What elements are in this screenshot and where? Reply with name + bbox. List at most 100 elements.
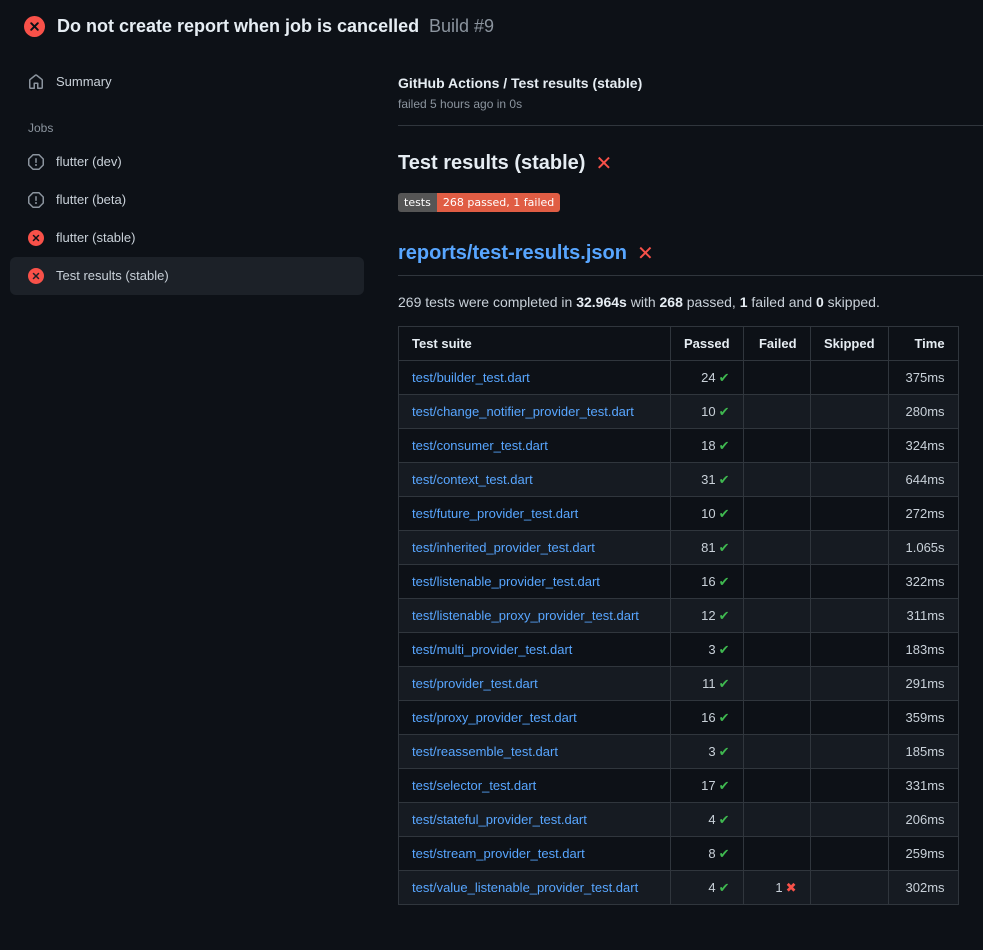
- job-label: flutter (stable): [56, 230, 135, 246]
- summary-text: passed,: [683, 294, 740, 310]
- table-row: test/future_provider_test.dart10✔272ms: [399, 497, 959, 531]
- skipped-cell: [810, 633, 888, 667]
- test-suite-link[interactable]: test/proxy_provider_test.dart: [412, 710, 577, 725]
- sidebar-item-summary[interactable]: Summary: [10, 63, 364, 101]
- failed-cell: [743, 361, 810, 395]
- job-label: flutter (dev): [56, 154, 122, 170]
- failed-cell: [743, 735, 810, 769]
- test-suite-cell: test/builder_test.dart: [399, 361, 671, 395]
- test-suite-link[interactable]: test/listenable_proxy_provider_test.dart: [412, 608, 639, 623]
- test-suite-link[interactable]: test/consumer_test.dart: [412, 438, 548, 453]
- failed-cell: [743, 701, 810, 735]
- time-cell: 302ms: [888, 871, 958, 905]
- failed-cell: [743, 395, 810, 429]
- failed-cell: [743, 531, 810, 565]
- test-suite-link[interactable]: test/value_listenable_provider_test.dart: [412, 880, 638, 895]
- table-row: test/change_notifier_provider_test.dart 1…: [399, 395, 959, 429]
- time-cell: 375ms: [888, 361, 958, 395]
- skipped-cell: [810, 701, 888, 735]
- check-icon: ✔: [719, 744, 730, 759]
- cancelled-status-icon: [28, 154, 44, 170]
- table-row: test/proxy_provider_test.dart16✔359ms: [399, 701, 959, 735]
- check-icon: ✔: [719, 472, 730, 487]
- passed-cell: 4✔: [671, 803, 744, 837]
- jobs-list: flutter (dev) flutter (beta) flutter (st…: [10, 143, 364, 295]
- skipped-cell: [810, 735, 888, 769]
- summary-text: skipped.: [824, 294, 880, 310]
- check-icon: ✔: [719, 608, 730, 623]
- skipped-cell: [810, 837, 888, 871]
- section-title-text: Test results (stable): [398, 152, 585, 175]
- check-icon: ✔: [719, 846, 730, 861]
- skipped-cell: [810, 531, 888, 565]
- skipped-cell: [810, 599, 888, 633]
- breadcrumb: GitHub Actions / Test results (stable): [398, 75, 983, 91]
- failed-cell: [743, 633, 810, 667]
- test-suite-cell: test/future_provider_test.dart: [399, 497, 671, 531]
- time-cell: 280ms: [888, 395, 958, 429]
- report-file-link[interactable]: reports/test-results.json: [398, 242, 627, 265]
- failed-cell: [743, 769, 810, 803]
- passed-cell: 10✔: [671, 497, 744, 531]
- test-suite-link[interactable]: test/stream_provider_test.dart: [412, 846, 585, 861]
- check-icon: ✔: [719, 880, 730, 895]
- failed-cell: [743, 667, 810, 701]
- table-row: test/listenable_provider_test.dart16✔322…: [399, 565, 959, 599]
- check-icon: ✔: [719, 506, 730, 521]
- time-cell: 331ms: [888, 769, 958, 803]
- test-suite-cell: test/reassemble_test.dart: [399, 735, 671, 769]
- test-suite-cell: test/proxy_provider_test.dart: [399, 701, 671, 735]
- passed-cell: 4✔: [671, 871, 744, 905]
- check-icon: ✔: [719, 438, 730, 453]
- skipped-cell: [810, 463, 888, 497]
- skipped-cell: [810, 429, 888, 463]
- test-results-table: Test suite Passed Failed Skipped Time te…: [398, 326, 959, 905]
- failed-cell: [743, 837, 810, 871]
- summary-text: 269 tests were completed in: [398, 294, 576, 310]
- test-suite-link[interactable]: test/inherited_provider_test.dart: [412, 540, 595, 555]
- passed-cell: 3✔: [671, 735, 744, 769]
- passed-cell: 12✔: [671, 599, 744, 633]
- table-row: test/stream_provider_test.dart8✔259ms: [399, 837, 959, 871]
- job-label: flutter (beta): [56, 192, 126, 208]
- test-suite-link[interactable]: test/provider_test.dart: [412, 676, 538, 691]
- table-row: test/selector_test.dart17✔331ms: [399, 769, 959, 803]
- test-suite-cell: test/consumer_test.dart: [399, 429, 671, 463]
- sidebar-item-flutter-dev[interactable]: flutter (dev): [10, 143, 364, 181]
- failed-x-icon: ✕: [595, 154, 612, 174]
- check-icon: ✔: [719, 404, 730, 419]
- test-suite-link[interactable]: test/reassemble_test.dart: [412, 744, 558, 759]
- check-icon: ✔: [719, 540, 730, 555]
- divider: [398, 125, 983, 126]
- test-suite-link[interactable]: test/future_provider_test.dart: [412, 506, 578, 521]
- table-row: test/multi_provider_test.dart3✔183ms: [399, 633, 959, 667]
- passed-cell: 81✔: [671, 531, 744, 565]
- header-passed: Passed: [671, 327, 744, 361]
- test-suite-link[interactable]: test/listenable_provider_test.dart: [412, 574, 600, 589]
- test-suite-link[interactable]: test/context_test.dart: [412, 472, 533, 487]
- passed-cell: 8✔: [671, 837, 744, 871]
- time-cell: 644ms: [888, 463, 958, 497]
- sidebar-item-flutter-beta[interactable]: flutter (beta): [10, 181, 364, 219]
- test-suite-link[interactable]: test/selector_test.dart: [412, 778, 536, 793]
- x-icon: ✖: [786, 880, 797, 895]
- failed-status-icon: [28, 230, 44, 246]
- passed-cell: 3✔: [671, 633, 744, 667]
- failed-x-icon: ✕: [637, 244, 654, 264]
- test-suite-cell: test/provider_test.dart: [399, 667, 671, 701]
- test-suite-link[interactable]: test/builder_test.dart: [412, 370, 530, 385]
- test-suite-link[interactable]: test/multi_provider_test.dart: [412, 642, 572, 657]
- badge-value: 268 passed, 1 failed: [437, 193, 560, 212]
- sidebar-item-test-results-stable[interactable]: Test results (stable): [10, 257, 364, 295]
- summary-failed-count: 1: [740, 294, 748, 310]
- time-cell: 1.065s: [888, 531, 958, 565]
- badge-label: tests: [398, 193, 437, 212]
- summary-text: failed and: [748, 294, 817, 310]
- failed-cell: [743, 429, 810, 463]
- passed-cell: 10✔: [671, 395, 744, 429]
- skipped-cell: [810, 871, 888, 905]
- test-suite-link[interactable]: test/change_notifier_provider_test.dart: [412, 404, 634, 419]
- test-suite-link[interactable]: test/stateful_provider_test.dart: [412, 812, 587, 827]
- check-icon: ✔: [719, 778, 730, 793]
- sidebar-item-flutter-stable[interactable]: flutter (stable): [10, 219, 364, 257]
